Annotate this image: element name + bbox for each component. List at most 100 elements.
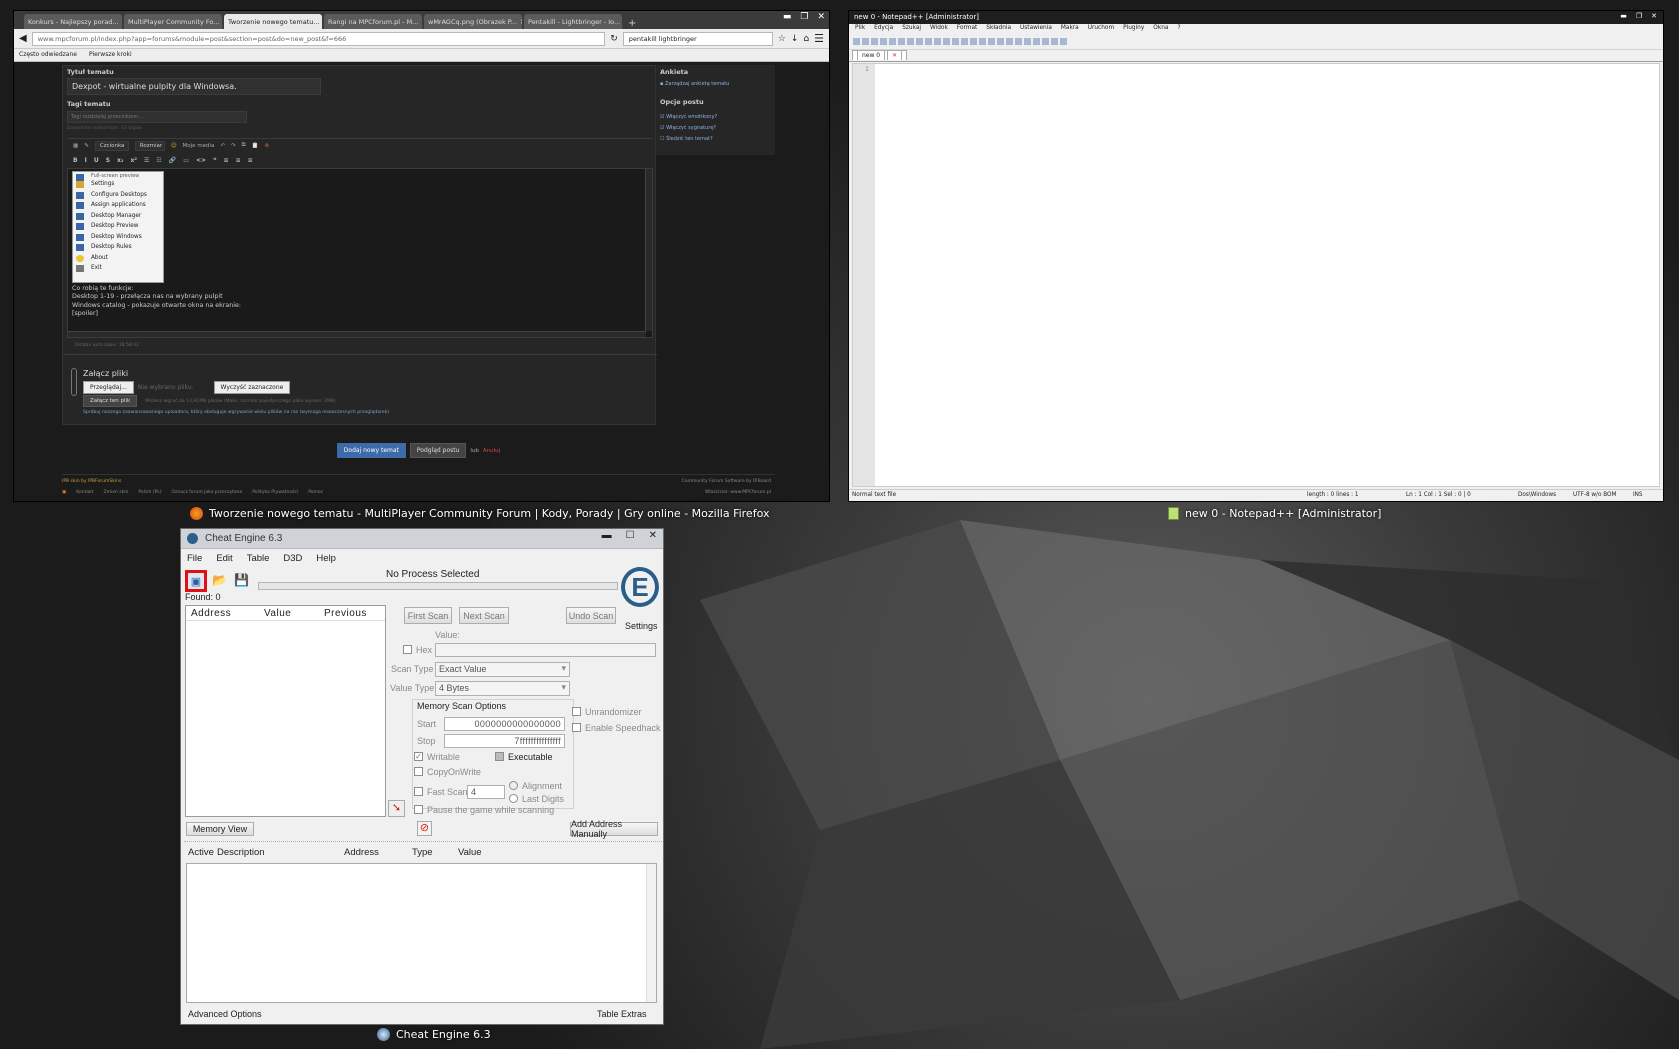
menu-help[interactable]: Help (316, 553, 336, 564)
my-media-button[interactable]: Moje media (183, 143, 215, 149)
stop-macro-icon[interactable] (1033, 38, 1040, 45)
bullet-list-icon[interactable]: ☰ (144, 157, 149, 164)
restore-icon[interactable]: ❐ (1636, 12, 1642, 20)
menu-item[interactable]: Składnia (986, 25, 1011, 33)
align-left-icon[interactable]: ≡ (224, 157, 229, 164)
undo-icon[interactable] (934, 38, 941, 45)
spellcheck-icon[interactable]: ⊗ (264, 143, 269, 149)
restore-icon[interactable]: ❐ (800, 12, 808, 22)
manage-poll-link[interactable]: ▪ Zarządzaj ankietą tematu (660, 81, 729, 87)
find-icon[interactable] (952, 38, 959, 45)
menu-edit[interactable]: Edit (216, 553, 232, 564)
wrap-icon[interactable] (997, 38, 1004, 45)
save-icon[interactable]: 💾 (233, 573, 250, 590)
footer-link[interactable]: Pomoc (308, 490, 323, 495)
rss-icon[interactable]: ▣ (62, 490, 66, 495)
pointer-arrow-button[interactable]: ➘ (388, 800, 405, 817)
open-file-icon[interactable] (862, 38, 869, 45)
select-process-button[interactable]: ▣ (185, 570, 207, 592)
reload-icon[interactable]: ↻ (610, 34, 618, 44)
copyonwrite-checkbox[interactable] (414, 767, 423, 776)
menu-item[interactable]: Plik (855, 25, 865, 33)
column-header[interactable]: Value (262, 608, 322, 620)
column-header[interactable]: Address (344, 847, 412, 862)
code-icon[interactable]: <> (196, 157, 206, 164)
lastdigits-radio[interactable] (509, 794, 518, 803)
close-icon[interactable]: ✕ (649, 530, 657, 541)
downloads-icon[interactable]: ↓ (791, 34, 799, 44)
scan-type-select[interactable]: Exact Value (435, 662, 570, 677)
paste-icon[interactable]: 📋 (252, 143, 259, 149)
notepadpp-editor[interactable]: 1 (852, 63, 1660, 487)
menu-item[interactable]: Makra (1061, 25, 1079, 33)
cheat-table-scrollbar[interactable] (646, 864, 656, 1002)
option-emoticons[interactable]: ☑ Włączyć emotikony? (660, 112, 717, 123)
footer-link[interactable]: Oznacz forum jako przeczytane (172, 490, 243, 495)
show-all-icon[interactable] (1006, 38, 1013, 45)
speedhack-checkbox[interactable] (572, 723, 581, 732)
footer-link[interactable]: Polityka Prywatności (252, 490, 298, 495)
maximize-icon[interactable]: ☐ (626, 530, 635, 541)
play-macro-icon[interactable] (1042, 38, 1049, 45)
image-icon[interactable]: ▭ (183, 157, 189, 164)
browser-tab[interactable]: Rangi na MPCforum.pl - M...✕ (324, 14, 422, 29)
menu-item[interactable]: Widok (930, 25, 948, 33)
option-signature[interactable]: ☑ Włączyć sygnaturę? (660, 123, 717, 134)
align-right-icon[interactable]: ≡ (248, 157, 253, 164)
firefox-taskbar-label[interactable]: Tworzenie nowego tematu - MultiPlayer Co… (190, 507, 769, 520)
topic-title-input[interactable]: Dexpot - wirtualne pulpity dla Windowsa. (67, 78, 321, 95)
settings-link[interactable]: Settings (625, 621, 658, 631)
new-tab-button[interactable]: + (628, 18, 636, 29)
add-address-manually-button[interactable]: Add Address Manually (570, 819, 658, 839)
menu-item[interactable]: Okna (1153, 25, 1168, 33)
menu-table[interactable]: Table (247, 553, 270, 564)
close-file-icon[interactable] (889, 38, 896, 45)
search-bar[interactable]: pentakill lightbringer (622, 31, 773, 46)
superscript-button[interactable]: x² (131, 157, 138, 164)
open-file-icon[interactable]: 📂 (211, 573, 228, 590)
hex-checkbox[interactable] (403, 645, 412, 654)
topic-tags-input[interactable]: Tagi rozdzielaj przecinkiem.... (67, 111, 247, 123)
bold-button[interactable]: B (73, 157, 78, 164)
add-topic-button[interactable]: Dodaj nowy temat (336, 443, 406, 458)
strike-button[interactable]: S (106, 157, 110, 164)
menu-d3d[interactable]: D3D (283, 553, 302, 564)
alignment-radio[interactable] (509, 781, 518, 790)
number-list-icon[interactable]: ☷ (156, 157, 161, 164)
splitter[interactable] (184, 841, 662, 842)
minimize-icon[interactable]: ▬ (602, 530, 612, 541)
footer-link[interactable]: Kontakt (76, 490, 93, 495)
column-header[interactable]: Active (184, 847, 217, 862)
cheat-engine-taskbar-label[interactable]: Cheat Engine 6.3 (377, 1028, 491, 1041)
browser-tab[interactable]: wMrAGCq.png (Obrazek P...✕ (424, 14, 522, 29)
browser-tab[interactable]: Pentakill - Lightbringer - Io...✕ (524, 14, 622, 29)
cheat-table-list[interactable] (186, 863, 657, 1003)
post-body-editor[interactable]: Full-screen preview Settings Configure D… (67, 168, 653, 338)
close-tab-icon[interactable]: ✕ (887, 50, 903, 60)
menu-item[interactable]: ? (1177, 25, 1180, 33)
menu-file[interactable]: File (187, 553, 202, 564)
browser-tab[interactable]: Konkurs - Najlepszy porad...✕ (24, 14, 122, 29)
italic-button[interactable]: I (85, 157, 87, 164)
memory-view-button[interactable]: Memory View (186, 822, 254, 836)
run-macro-icon[interactable] (1051, 38, 1058, 45)
menu-icon[interactable]: ☰ (814, 32, 824, 45)
first-scan-button[interactable]: First Scan (404, 607, 452, 624)
cancel-link[interactable]: Anuluj (483, 448, 500, 454)
executable-checkbox[interactable] (495, 752, 504, 761)
scan-value-input[interactable] (435, 643, 656, 657)
menu-item[interactable]: Ustawienia (1020, 25, 1052, 33)
editor-scrollbar[interactable] (645, 169, 652, 331)
menu-item[interactable]: Uruchom (1088, 25, 1114, 33)
replace-icon[interactable] (961, 38, 968, 45)
column-header[interactable]: Value (458, 847, 482, 862)
advanced-options-button[interactable]: Advanced Options (188, 1009, 262, 1019)
minimize-icon[interactable]: ▬ (783, 12, 792, 22)
new-file-icon[interactable] (853, 38, 860, 45)
copy-icon[interactable] (916, 38, 923, 45)
footer-link[interactable]: Polish (PL) (138, 490, 161, 495)
stop-scan-button[interactable]: ⊘ (417, 821, 432, 836)
next-scan-button[interactable]: Next Scan (459, 607, 509, 624)
back-icon[interactable]: ◀ (19, 33, 27, 44)
redo-icon[interactable]: ↷ (231, 143, 236, 149)
